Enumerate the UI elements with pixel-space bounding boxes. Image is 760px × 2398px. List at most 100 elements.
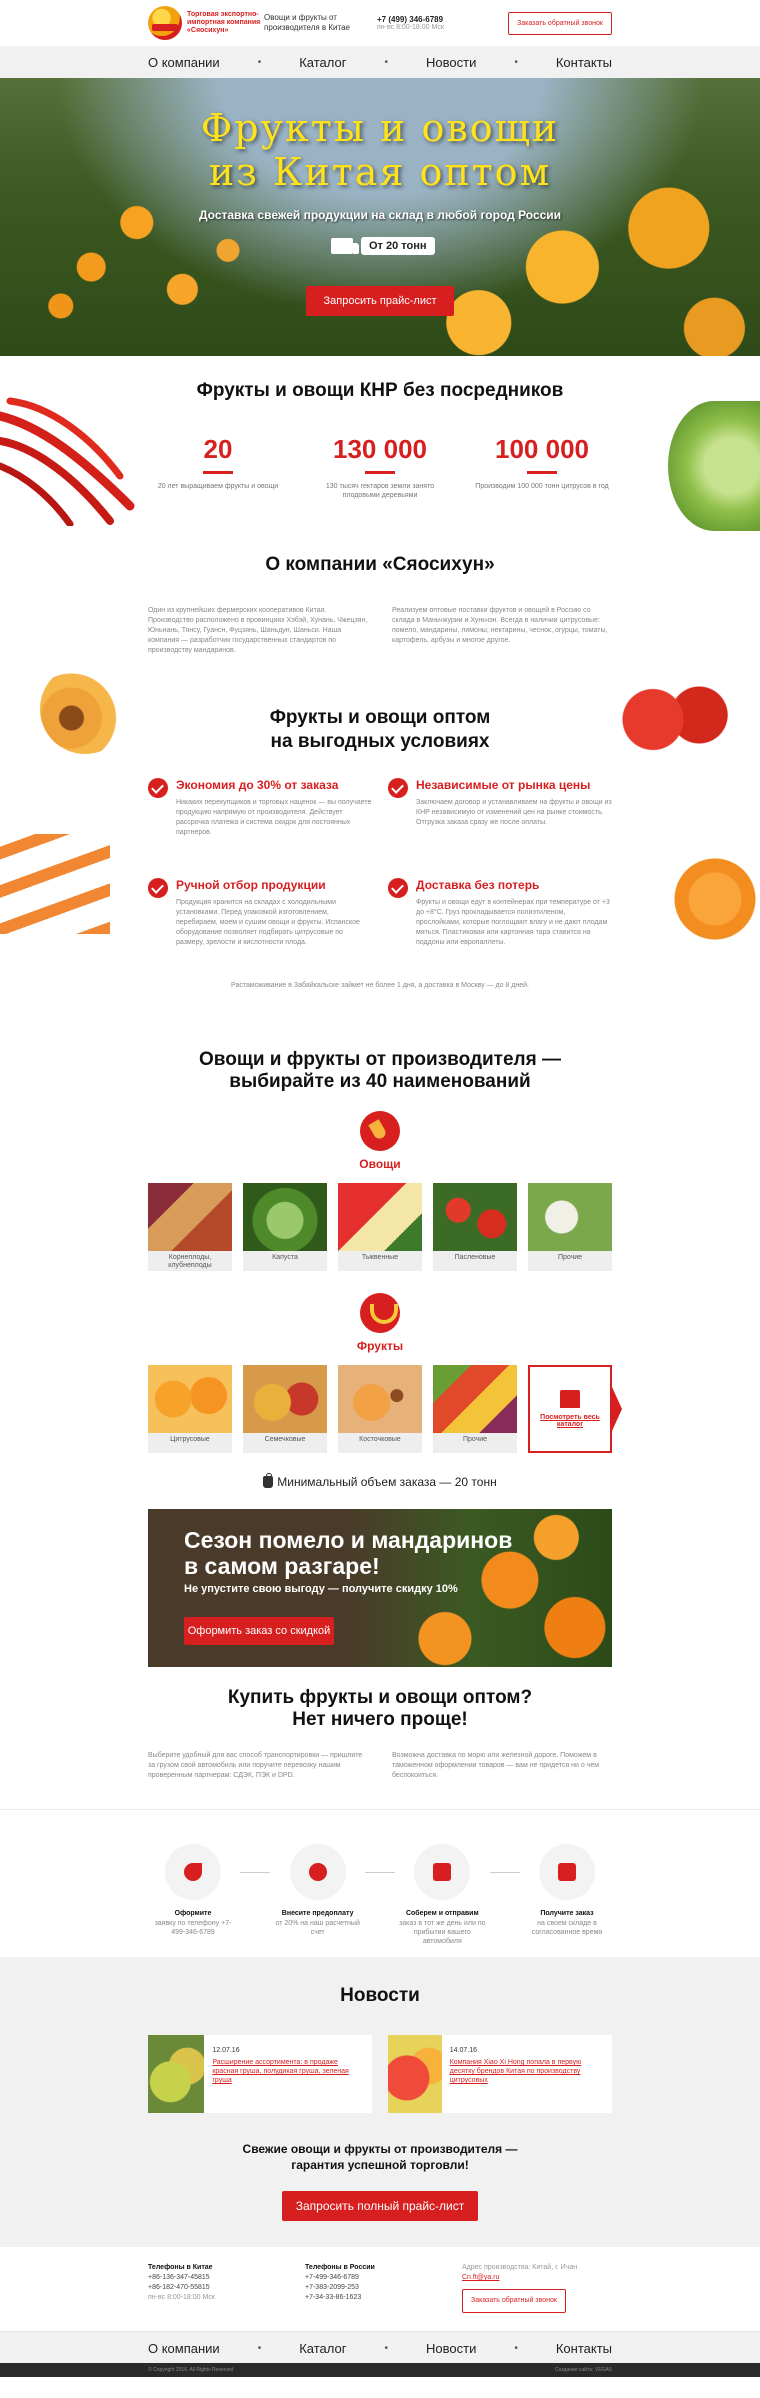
hero-title: Фрукты и овощи из Китая оптом <box>0 106 760 194</box>
category-title: Овощи <box>359 1157 401 1171</box>
news-date: 12.07.16 <box>212 2047 240 2054</box>
footer-phone[interactable]: +7-499-346-6789 <box>305 2273 455 2283</box>
product-tile[interactable]: Косточковые <box>338 1365 422 1453</box>
advantage-title: Ручной отбор продукции <box>176 878 326 892</box>
news-card: 12.07.16 Расширение ассортимента: в прод… <box>148 2035 372 2113</box>
advantage-item: Независимые от рынка цены Заключаем дого… <box>388 778 612 878</box>
catalog-link-label: Посмотреть весь каталог <box>540 1414 600 1428</box>
footer-phone[interactable]: +7-34-33-86-1623 <box>305 2293 455 2303</box>
request-full-price-button[interactable]: Запросить полный прайс-лист <box>282 2191 478 2221</box>
callback-button[interactable]: Заказать обратный звонок <box>508 11 612 35</box>
root-vegetables-image <box>148 1183 232 1251</box>
nav-separator: • <box>384 2342 388 2354</box>
product-tile[interactable]: Капуста <box>243 1183 327 1271</box>
step-item: Оформите заявку по телефону +7-499-346-6… <box>148 1844 238 1946</box>
advantage-text: Заключаем договор и устанавливаем на фру… <box>416 799 612 826</box>
carrot-image <box>0 834 110 934</box>
product-tile[interactable]: Цитрусовые <box>148 1365 232 1453</box>
footer-email[interactable]: Cn.ft@ya.ru <box>462 2274 499 2281</box>
weight-icon <box>263 1473 274 1488</box>
news-card: 14.07.16 Компания Xiao Xi Hong попала в … <box>388 2035 612 2113</box>
footer-phone[interactable]: +7-383-2099-253 <box>305 2283 455 2293</box>
nav-item-contacts[interactable]: Контакты <box>556 2341 612 2356</box>
nav-separator: • <box>514 2342 518 2354</box>
footer-phone[interactable]: +86-136-347-45815 <box>148 2273 298 2283</box>
footer: Телефоны в Китае +86-136-347-45815 +86-1… <box>0 2247 760 2331</box>
nav-item-catalog[interactable]: Каталог <box>299 55 346 70</box>
checkmark-icon <box>388 878 408 898</box>
nav-item-news[interactable]: Новости <box>426 2341 476 2356</box>
footer-address-text: Адрес производства: Китай, г. Ичан <box>462 2264 578 2271</box>
products-title: Овощи и фрукты от производителя — выбира… <box>0 1019 760 1093</box>
copyright-text: © Copyright 2016. All Rights Reserved <box>148 2367 234 2373</box>
top-nav: О компании • Каталог • Новости • Контакт… <box>0 46 760 78</box>
banana-icon <box>360 1293 400 1333</box>
customs-note: Растаможивание в Забайкальске займет не … <box>231 982 529 989</box>
stat-hectares: 130 000 130 тысяч гектаров земли занято … <box>310 434 450 500</box>
step-arrow <box>364 1872 395 1873</box>
nav-item-about[interactable]: О компании <box>148 2341 220 2356</box>
nav-separator: • <box>257 2342 262 2354</box>
view-catalog-link[interactable]: Посмотреть весь каталог <box>528 1365 622 1453</box>
products-section: Овощи и фрукты от производителя — выбира… <box>0 1019 760 1667</box>
nav-separator: • <box>514 56 518 68</box>
developer-link[interactable]: Создание сайта: VEGAS <box>555 2367 612 2373</box>
grapefruit-image <box>388 2035 442 2113</box>
product-tile[interactable]: Корнеплоды, клубнеплоды <box>148 1183 232 1271</box>
nav-item-about[interactable]: О компании <box>148 55 220 70</box>
discount-order-button[interactable]: Оформить заказ со скидкой <box>184 1617 334 1645</box>
product-label: Тыквенные <box>361 1254 399 1261</box>
min-order-text: Минимальный объем заказа — 20 тонн <box>277 1475 497 1489</box>
chili-pepper-image <box>0 396 140 528</box>
hero-title-line: из Китая оптом <box>208 150 552 194</box>
carrot-icon <box>360 1111 400 1151</box>
stat-description: Производим 100 000 тонн цитрусов в год <box>475 483 609 490</box>
news-link[interactable]: Компания Xiao Xi Hong попала в первую де… <box>450 2058 604 2085</box>
stat-number: 130 000 <box>333 434 427 464</box>
products-title-line: выбирайте из 40 наименований <box>229 1071 531 1092</box>
category-vegetables: Овощи <box>148 1111 612 1171</box>
shop-icon <box>560 1390 580 1408</box>
footer-address: Адрес производства: Китай, г. Ичан Cn.ft… <box>462 2263 612 2313</box>
footer-phone[interactable]: +86-182-470-55815 <box>148 2283 298 2293</box>
melon-image <box>338 1183 422 1251</box>
news-title: Новости <box>340 1985 420 2006</box>
hero-subtitle: Доставка свежей продукции на склад в люб… <box>198 208 562 222</box>
news-cta-text: Свежие овощи и фрукты от производителя —… <box>148 2141 612 2173</box>
buy-title: Купить фрукты и овощи оптом? Нет ничего … <box>0 1659 760 1731</box>
product-tile[interactable]: Тыквенные <box>338 1183 422 1271</box>
stat-tonnes: 100 000 Производим 100 000 тонн цитрусов… <box>472 434 612 500</box>
promo-title: Сезон помело и мандаринов в самом разгар… <box>184 1527 512 1579</box>
step-arrow <box>240 1872 271 1873</box>
product-tile[interactable]: Пасленовые <box>433 1183 517 1271</box>
promo-title-line: Сезон помело и мандаринов <box>184 1527 513 1553</box>
tagline: Овощи и фрукты от производителя в Китае <box>264 13 350 32</box>
cabbage-image <box>668 401 760 531</box>
product-tile[interactable]: Семечковые <box>243 1365 327 1453</box>
step-text: от 20% на наш расчетный счет <box>275 1920 360 1936</box>
tangerine-image <box>670 854 760 944</box>
checkmark-icon <box>388 778 408 798</box>
footer-col-title: Телефоны в Китае <box>148 2264 213 2271</box>
product-label: Семечковые <box>264 1436 306 1443</box>
footer-hours: пн-вс 8:00-18:00 Мск <box>148 2294 215 2301</box>
coins-icon <box>289 1844 346 1900</box>
nav-item-catalog[interactable]: Каталог <box>299 2341 346 2356</box>
product-label: Капуста <box>272 1254 298 1261</box>
request-price-button[interactable]: Запросить прайс-лист <box>306 286 454 316</box>
stat-divider <box>365 471 395 474</box>
promo-banner: Сезон помело и мандаринов в самом разгар… <box>148 1509 612 1667</box>
logo[interactable]: Торговая экспортно-импортная компания «С… <box>148 6 264 40</box>
footer-callback-button[interactable]: Заказать обратный звонок <box>462 2289 566 2313</box>
news-link[interactable]: Расширение ассортимента: в продаже красн… <box>212 2058 364 2085</box>
product-tile[interactable]: Прочие <box>528 1183 612 1271</box>
header-phone[interactable]: +7 (499) 346-6789 <box>377 15 493 24</box>
product-tile[interactable]: Прочие <box>433 1365 517 1453</box>
nav-item-news[interactable]: Новости <box>426 55 476 70</box>
news-date: 14.07.16 <box>449 2047 477 2054</box>
other-vegetables-image <box>528 1183 612 1251</box>
advantage-title: Независимые от рынка цены <box>416 778 591 792</box>
nav-item-contacts[interactable]: Контакты <box>556 55 612 70</box>
product-label: Косточковые <box>359 1436 401 1443</box>
step-item: Получите заказ на своем складе в согласо… <box>522 1844 612 1946</box>
